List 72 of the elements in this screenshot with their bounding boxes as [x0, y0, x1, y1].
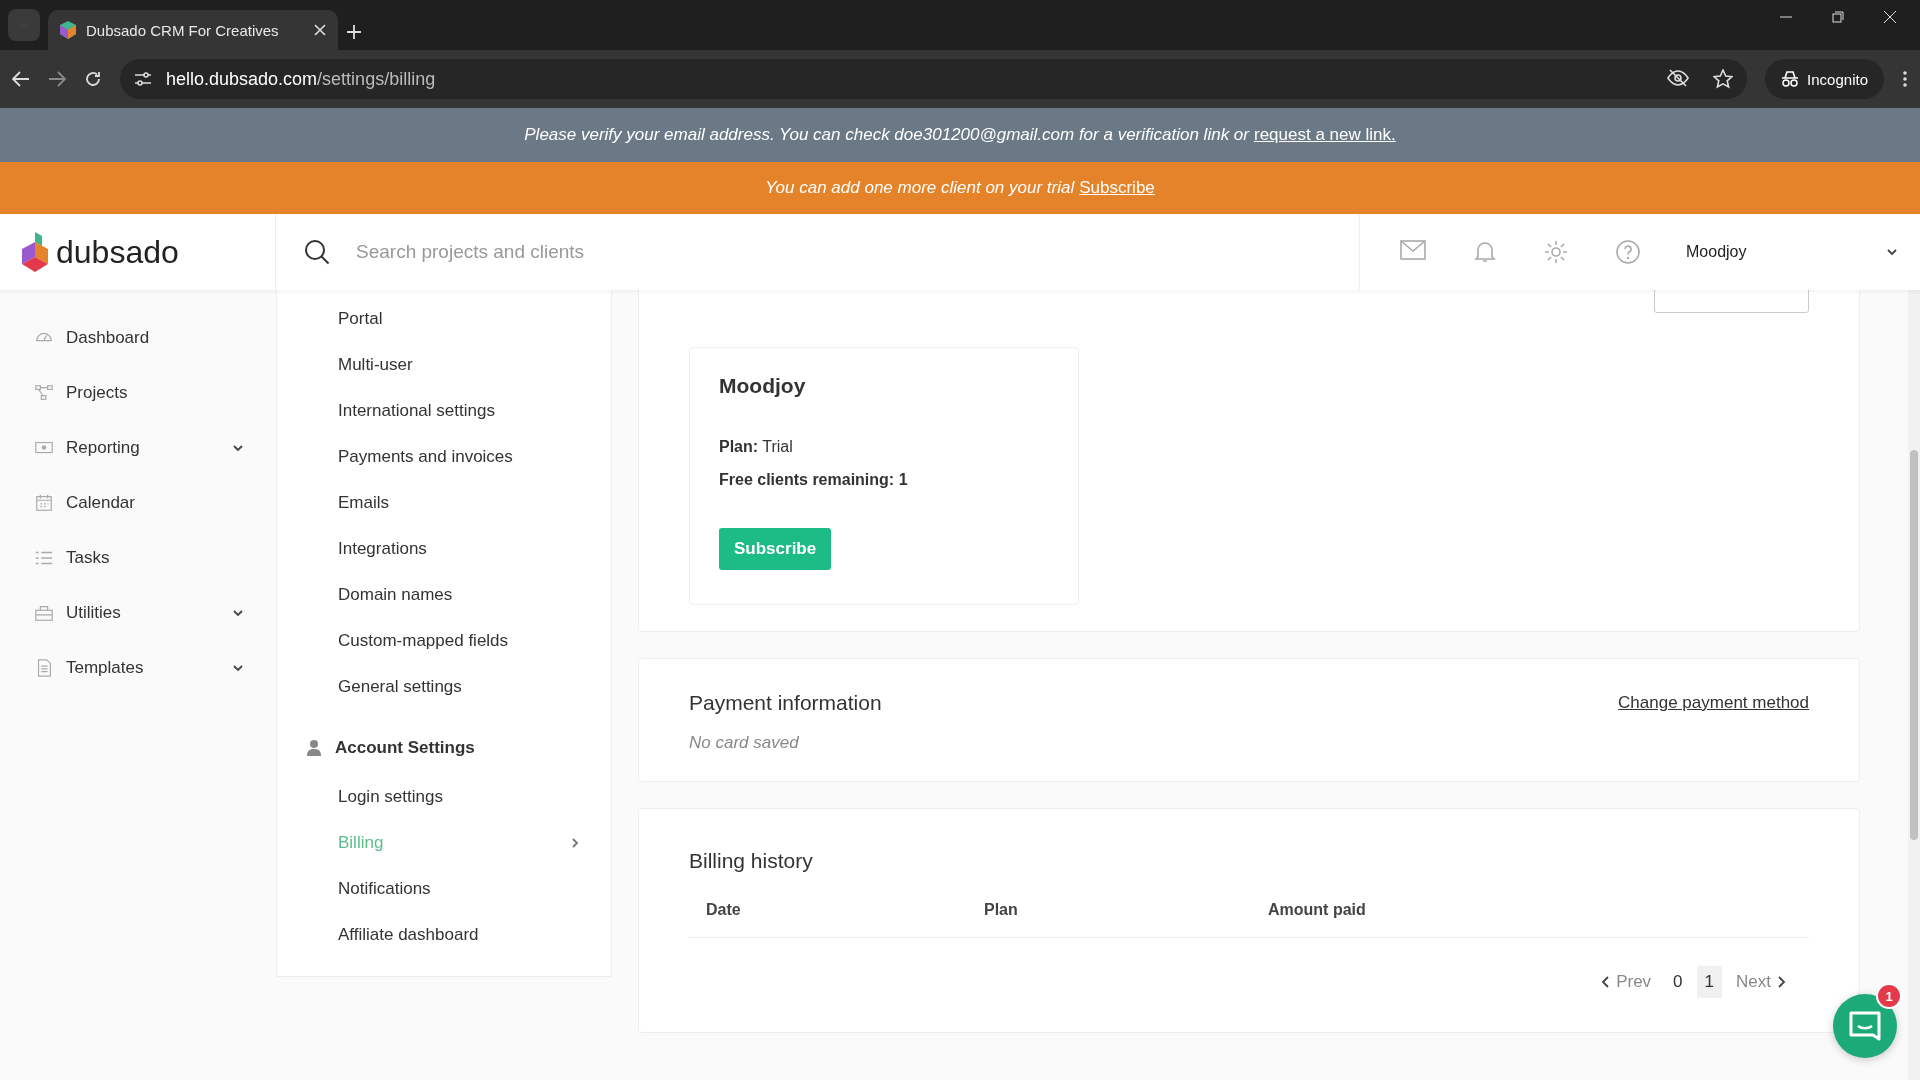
back-icon[interactable] — [12, 71, 30, 87]
settings-nav-item[interactable]: Payments and invoices — [277, 434, 611, 480]
more-icon[interactable] — [1902, 70, 1908, 88]
page-button[interactable]: 1 — [1696, 966, 1723, 998]
tab-title: Dubsado CRM For Creatives — [86, 21, 280, 39]
change-payment-link[interactable]: Change payment method — [1618, 693, 1809, 713]
settings-nav-item[interactable]: Domain names — [277, 572, 611, 618]
scrollbar-thumb[interactable] — [1910, 450, 1918, 840]
settings-nav-item[interactable]: Login settings — [277, 774, 611, 820]
calendar-icon — [34, 492, 54, 513]
plan-text: Plan: Trial — [719, 438, 794, 456]
logo-text: dubsado — [56, 233, 179, 271]
settings-nav-item[interactable]: Emails — [277, 480, 611, 526]
settings-nav-item[interactable]: Multi-user — [277, 342, 611, 388]
mail-icon[interactable] — [1400, 240, 1426, 260]
banner-text: Please verify your email address. You can check doe301200@gmail.com for a verification link or — [524, 125, 1249, 145]
settings-nav-item[interactable]: Portal — [277, 296, 611, 342]
section-heading: Account Settings — [335, 738, 475, 758]
site-settings-icon — [134, 71, 152, 87]
sidebar-item[interactable]: Dashboard — [0, 310, 276, 365]
reload-icon[interactable] — [84, 70, 102, 88]
url-text: hello.dubsado.com/settings/billing — [166, 68, 436, 90]
chevron-right-icon — [569, 837, 581, 849]
settings-nav-item[interactable]: Affiliate dashboard — [277, 912, 611, 958]
chat-icon — [1848, 1009, 1882, 1043]
favicon-icon — [60, 21, 76, 39]
user-icon — [307, 740, 321, 756]
browser-tab[interactable]: Dubsado CRM For Creatives — [48, 10, 338, 50]
column-header: Date — [706, 901, 742, 919]
star-icon[interactable] — [1713, 69, 1734, 89]
settings-nav-item[interactable]: Integrations — [277, 526, 611, 572]
network-icon — [34, 382, 54, 403]
column-header: Amount paid — [1268, 901, 1367, 919]
sidebar-item[interactable]: Reporting — [0, 420, 276, 475]
settings-nav-item[interactable]: Custom-mapped fields — [277, 618, 611, 664]
settings-nav-item[interactable]: General settings — [277, 664, 611, 710]
card-title: Payment information — [689, 691, 882, 715]
new-tab-icon[interactable] — [346, 24, 362, 40]
close-icon[interactable] — [1884, 11, 1896, 23]
chevron-right-icon — [1775, 976, 1787, 988]
settings-icon[interactable] — [1544, 240, 1568, 264]
new-link-link[interactable]: request a new link. — [1253, 125, 1396, 145]
bell-icon[interactable] — [1474, 240, 1496, 264]
sidebar-item[interactable]: Tasks — [0, 530, 276, 585]
column-header: Plan — [984, 901, 1019, 919]
restore-icon[interactable] — [1832, 11, 1844, 23]
brand-name: Moodjoy — [719, 374, 807, 398]
sidebar-item[interactable]: Projects — [0, 365, 276, 420]
clients-text: Free clients remaining: 1 — [719, 471, 909, 489]
help-icon[interactable] — [1616, 240, 1640, 264]
prev-button[interactable]: Prev — [1592, 966, 1660, 998]
empty-text: No card saved — [689, 732, 800, 754]
address-bar[interactable]: hello.dubsado.com/settings/billing — [120, 59, 1748, 99]
page-button[interactable]: 0 — [1665, 966, 1691, 998]
settings-nav-item[interactable]: Notifications — [277, 866, 611, 912]
chevron-down-icon — [1886, 246, 1898, 258]
card-title: Billing history — [689, 849, 814, 873]
logo-icon — [22, 232, 48, 272]
sidebar-item[interactable]: Calendar — [0, 475, 276, 530]
incognito-button[interactable]: Incognito — [1765, 59, 1884, 99]
settings-nav-item[interactable]: International settings — [277, 388, 611, 434]
close-icon[interactable] — [314, 24, 326, 36]
banner-text: You can add one more client on your trial — [765, 178, 1075, 198]
search-icon — [304, 239, 330, 265]
sidebar-item[interactable]: Utilities — [0, 585, 276, 640]
incognito-icon — [1781, 71, 1800, 87]
search-field[interactable]: Search projects and clients — [354, 240, 1058, 264]
forward-icon[interactable] — [48, 71, 66, 87]
next-button[interactable]: Next — [1728, 966, 1795, 998]
eye-slash-icon[interactable] — [1667, 69, 1690, 87]
notification-badge: 1 — [1876, 983, 1902, 1009]
sidebar-item[interactable]: Templates — [0, 640, 276, 695]
